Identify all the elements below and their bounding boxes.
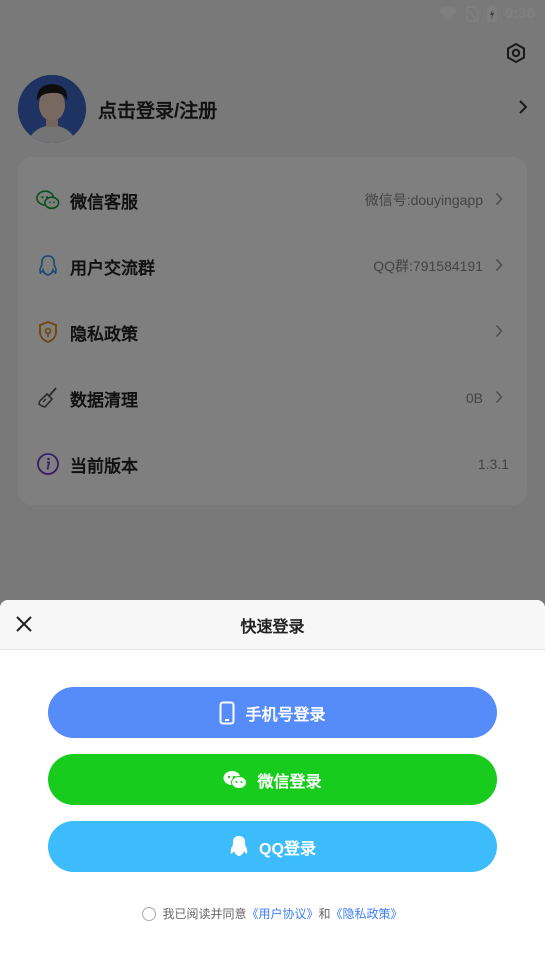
qq-login-label: QQ登录 — [259, 840, 316, 858]
quick-login-sheet: 快速登录 手机号登录 微信登录 QQ登录 我已阅读并同意 《用户协议》 和 《隐… — [0, 600, 545, 970]
close-icon[interactable] — [14, 614, 34, 634]
wechat-login-label: 微信登录 — [257, 773, 322, 791]
agreement-prefix: 我已阅读并同意 — [162, 907, 247, 921]
sheet-header: 快速登录 — [0, 600, 545, 650]
qq-icon — [229, 835, 249, 859]
qq-login-button[interactable]: QQ登录 — [48, 821, 497, 872]
agreement-row: 我已阅读并同意 《用户协议》 和 《隐私政策》 — [0, 905, 545, 922]
phone-icon — [219, 701, 235, 725]
wechat-login-button[interactable]: 微信登录 — [48, 754, 497, 805]
user-agreement-link[interactable]: 《用户协议》 — [246, 905, 318, 922]
agreement-checkbox[interactable] — [142, 906, 157, 921]
wechat-icon — [223, 770, 248, 790]
sheet-title: 快速登录 — [240, 618, 305, 636]
privacy-policy-link[interactable]: 《隐私政策》 — [331, 905, 403, 922]
agreement-and: 和 — [318, 907, 331, 921]
phone-login-label: 手机号登录 — [245, 706, 326, 724]
phone-login-button[interactable]: 手机号登录 — [48, 687, 497, 738]
